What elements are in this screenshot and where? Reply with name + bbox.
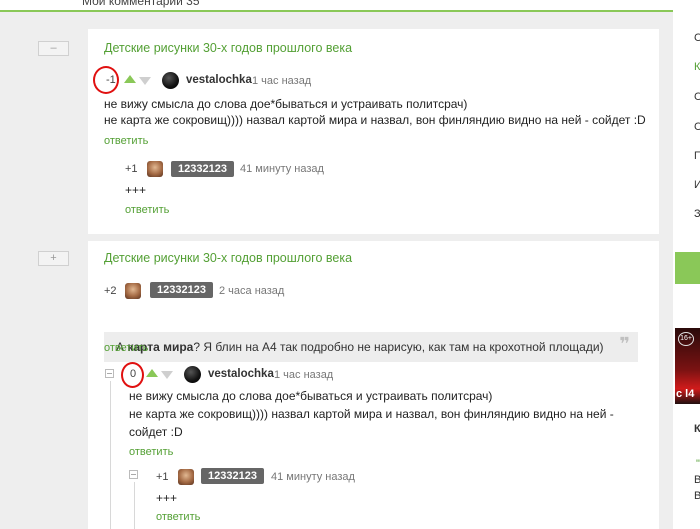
comment-text-line: не вижу смысла до слова дое*бываться и у…	[129, 389, 493, 403]
comment-text-line: не карта же сокровищ)))) назвал картой м…	[104, 113, 646, 127]
sidebar-menu-item[interactable]: И	[694, 179, 700, 191]
reply-link[interactable]: ответить	[156, 511, 200, 523]
downvote-icon[interactable]	[139, 77, 151, 85]
comment-time[interactable]: 41 минуту назад	[271, 471, 355, 483]
sidebar-text: В	[694, 490, 700, 502]
collapse-thread-icon[interactable]	[105, 369, 114, 378]
sidebar-text: В	[694, 474, 700, 486]
user-avatar[interactable]	[162, 72, 179, 89]
comment-rating: +2	[104, 285, 117, 297]
top-bar: Мои комментарии 35	[0, 0, 700, 12]
page-title: Мои комментарии 35	[82, 0, 200, 8]
user-avatar[interactable]	[184, 366, 201, 383]
sidebar-text: "	[696, 458, 700, 470]
comment-text-line: сойдет :D	[129, 425, 183, 439]
user-avatar[interactable]	[125, 283, 141, 299]
reply-link[interactable]: ответить	[104, 135, 148, 147]
comment-author[interactable]: vestalochka	[208, 368, 274, 380]
comment-time[interactable]: 1 час назад	[252, 75, 311, 87]
comment-author-tag[interactable]: 12332123	[150, 282, 213, 298]
comment-time[interactable]: 41 минуту назад	[240, 163, 324, 175]
sidebar-heading: К	[694, 423, 700, 435]
sidebar-ad-image[interactable]: 16+ c l4	[675, 328, 700, 404]
post-title-link[interactable]: Детские рисунки 30-х годов прошлого века	[104, 41, 352, 55]
sidebar-menu-item[interactable]: П	[694, 150, 700, 162]
comment-text-line: +++	[125, 183, 147, 197]
comment-author-tag[interactable]: 12332123	[201, 468, 264, 484]
user-avatar[interactable]	[147, 161, 163, 177]
sidebar-menu-item[interactable]: З	[694, 208, 700, 220]
reply-link[interactable]: ответить	[125, 204, 169, 216]
comment-text-line: +++	[156, 491, 178, 505]
user-avatar[interactable]	[178, 469, 194, 485]
quoted-comment: А карта мира? Я блин на А4 так подробно …	[104, 332, 638, 362]
comment-author-tag[interactable]: 12332123	[171, 161, 234, 177]
comment-text-line: не вижу смысла до слова дое*бываться и у…	[104, 97, 468, 111]
rating-highlight-circle	[121, 362, 144, 388]
reply-link[interactable]: ответить	[104, 342, 148, 354]
quote-icon: ❞	[619, 334, 630, 354]
sidebar-menu-item[interactable]: К	[694, 61, 700, 73]
sidebar-action-button[interactable]	[675, 252, 700, 284]
comment-time[interactable]: 2 часа назад	[219, 285, 284, 297]
expand-button[interactable]: +	[38, 251, 69, 266]
age-rating-badge: 16+	[678, 332, 694, 346]
quote-text: А карта мира? Я блин на А4 так подробно …	[116, 340, 604, 354]
thread-line	[110, 381, 111, 529]
collapse-thread-icon[interactable]	[129, 470, 138, 479]
comment-author[interactable]: vestalochka	[186, 74, 252, 86]
upvote-icon[interactable]	[146, 369, 158, 377]
collapse-button[interactable]: –	[38, 41, 69, 56]
sidebar-menu-item[interactable]: С	[694, 121, 700, 133]
thread-line	[134, 482, 135, 529]
comment-text-line: не карта же сокровищ)))) назвал картой м…	[129, 407, 614, 421]
ad-caption: c l4	[676, 388, 695, 400]
sidebar-menu-item[interactable]: С	[694, 91, 700, 103]
reply-link[interactable]: ответить	[129, 446, 173, 458]
upvote-icon[interactable]	[124, 75, 136, 83]
comment-block-1	[88, 29, 659, 234]
rating-highlight-circle	[93, 66, 119, 94]
sidebar-menu-item[interactable]: С	[694, 32, 700, 44]
comment-rating: +1	[125, 163, 138, 175]
post-title-link[interactable]: Детские рисунки 30-х годов прошлого века	[104, 251, 352, 265]
downvote-icon[interactable]	[161, 371, 173, 379]
comment-time[interactable]: 1 час назад	[274, 369, 333, 381]
comment-rating: +1	[156, 471, 169, 483]
